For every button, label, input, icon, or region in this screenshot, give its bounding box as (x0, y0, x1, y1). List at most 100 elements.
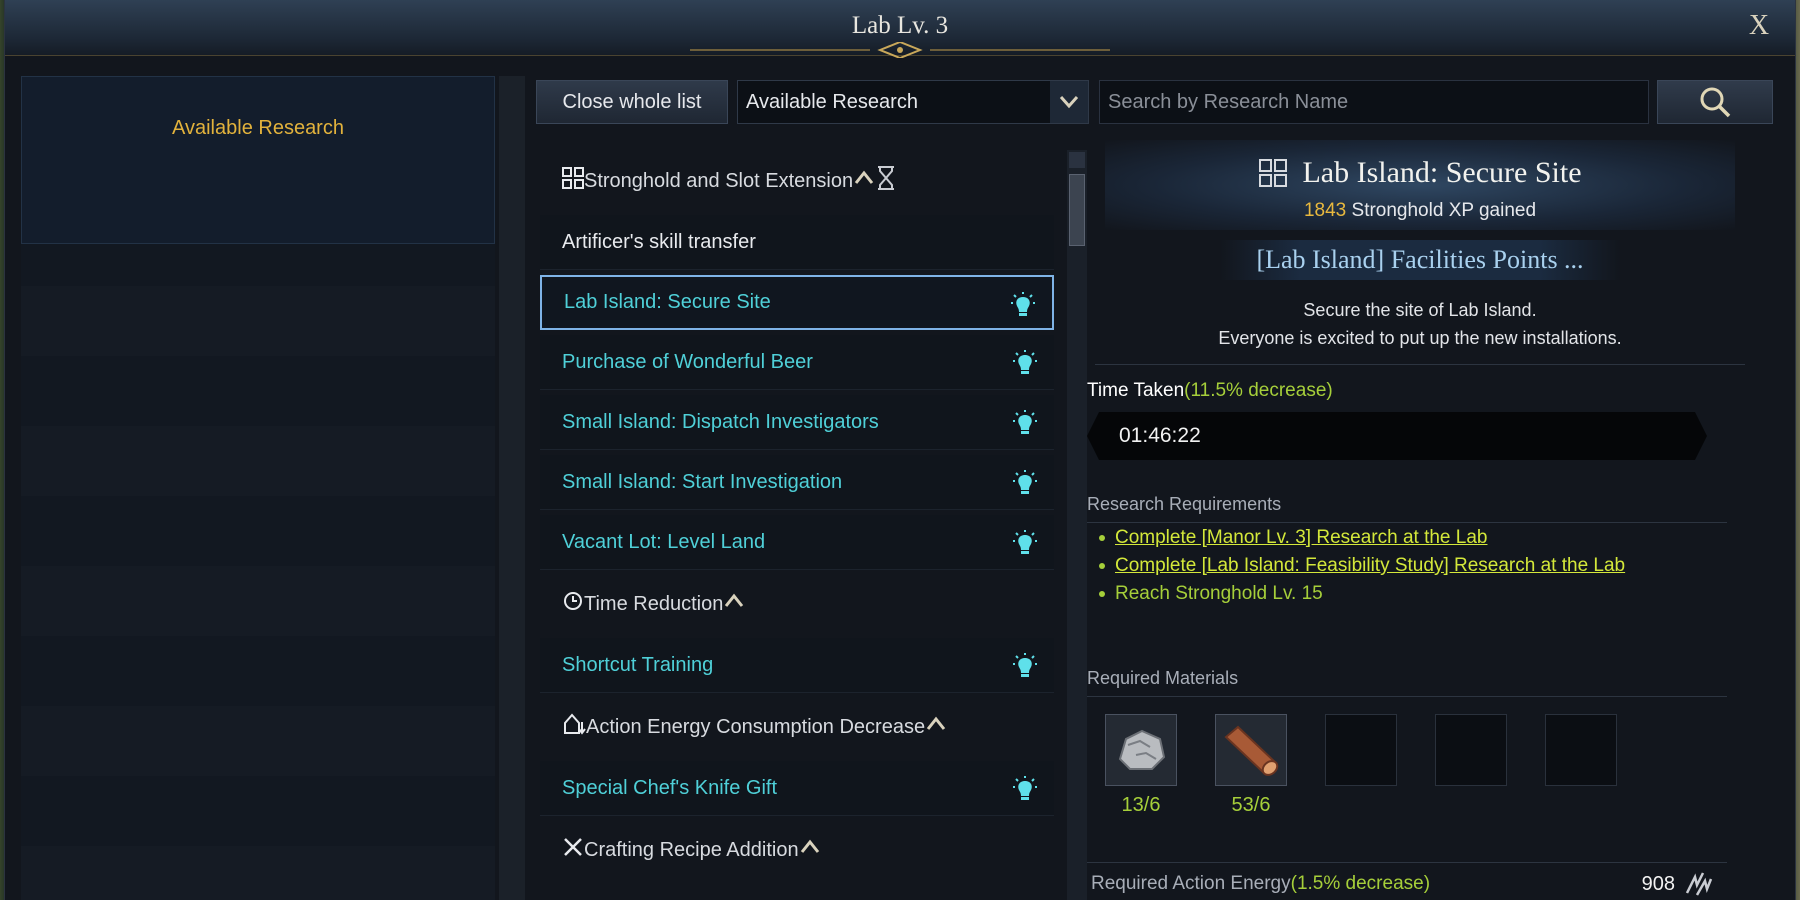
research-item-label: Vacant Lot: Level Land (562, 530, 766, 553)
category-label: Time Reduction (584, 592, 724, 615)
requirements-list: Complete [Manor Lv. 3] Research at the L… (1087, 524, 1727, 608)
chevron-down-icon (1050, 81, 1088, 123)
search-icon (1700, 87, 1731, 118)
window-title: Lab Lv. 3 (851, 12, 949, 39)
research-item[interactable]: Small Island: Dispatch Investigators (540, 395, 1054, 450)
category-label: Crafting Recipe Addition (584, 838, 799, 861)
lightbulb-icon (1012, 469, 1038, 499)
research-item[interactable]: Artificer's skill transfer (540, 215, 1054, 270)
chevron-up-icon[interactable] (799, 836, 821, 864)
list-scrollbar[interactable] (1067, 150, 1087, 900)
material-slot[interactable] (1105, 714, 1177, 786)
xp-text: Stronghold XP gained (1351, 200, 1537, 221)
lightbulb-icon (1012, 652, 1038, 682)
energy-value: 908 (1641, 873, 1675, 895)
requirement-text: Reach Stronghold Lv. 15 (1115, 583, 1323, 604)
detail-xp: 1843 Stronghold XP gained (1105, 200, 1735, 222)
lightbulb-icon (1010, 291, 1036, 321)
title-ornament-icon (690, 42, 1110, 58)
research-item[interactable]: Purchase of Wonderful Beer (540, 335, 1054, 390)
materials-label: Required Materials (1087, 668, 1239, 688)
category-label: Stronghold and Slot Extension (584, 169, 854, 192)
description-line-2: Everyone is excited to put up the new in… (1218, 328, 1622, 348)
energy-decrease: (1.5% decrease) (1290, 873, 1431, 894)
requirement-link[interactable]: Complete [Manor Lv. 3] Research at the L… (1115, 527, 1487, 549)
clock-icon (562, 590, 584, 618)
detail-title-row: Lab Island: Secure Site (1105, 156, 1735, 190)
hourglass-icon (875, 165, 897, 197)
left-scrollbar[interactable] (499, 76, 525, 900)
chevron-up-icon[interactable] (723, 590, 745, 618)
research-item-label: Small Island: Start Investigation (562, 470, 843, 493)
time-decrease: (11.5% decrease) (1184, 380, 1333, 401)
requirement-item: Reach Stronghold Lv. 15 (1087, 580, 1727, 608)
energy-label: Required Action Energy(1.5% decrease) (1091, 873, 1430, 895)
category-header[interactable]: Action Energy Consumption Decrease (540, 698, 1054, 756)
xp-value: 1843 (1303, 200, 1347, 221)
research-item[interactable]: Special Chef's Knife Gift (540, 761, 1054, 816)
research-filter-dropdown[interactable]: Available Research (737, 80, 1089, 124)
lightbulb-icon (1012, 349, 1038, 379)
bullet-icon (1099, 563, 1105, 569)
category-header[interactable]: Stronghold and Slot Extension (540, 152, 1054, 210)
divider (1087, 696, 1727, 697)
scroll-up-arrow[interactable] (1069, 152, 1085, 168)
action-energy-icon (1685, 872, 1713, 896)
divider (1095, 364, 1745, 365)
time-taken-label: Time Taken(11.5% decrease) (1087, 380, 1333, 402)
category-label: Action Energy Consumption Decrease (586, 715, 926, 738)
grid-icon (1259, 159, 1288, 187)
detail-subtitle: [Lab Island] Facilities Points ... (1220, 240, 1620, 280)
research-list: Stronghold and Slot Extension Artificer's… (540, 152, 1054, 900)
requirement-item[interactable]: Complete [Lab Island: Feasibility Study]… (1087, 552, 1727, 580)
empty-material-slot (1325, 714, 1397, 786)
research-item-selected[interactable]: Lab Island: Secure Site (540, 275, 1054, 330)
requirement-link[interactable]: Complete [Lab Island: Feasibility Study]… (1115, 555, 1625, 577)
left-entry-available-research[interactable]: Available Research (21, 76, 495, 244)
lightbulb-icon (1012, 529, 1038, 559)
timber-icon (1216, 725, 1286, 789)
lightbulb-icon (1012, 775, 1038, 805)
bullet-icon (1099, 591, 1105, 597)
left-column: Available Research (21, 76, 495, 900)
category-header[interactable]: Crafting Recipe Addition (540, 821, 1054, 879)
title-bar: Lab Lv. 3 X (5, 0, 1795, 58)
empty-material-slot (1435, 714, 1507, 786)
search-box (1099, 80, 1649, 124)
dropdown-selected-value: Available Research (746, 90, 918, 113)
material-slot[interactable] (1215, 714, 1287, 786)
search-input[interactable] (1100, 81, 1648, 123)
scroll-thumb[interactable] (1069, 174, 1085, 246)
requirements-label: Research Requirements (1087, 494, 1282, 514)
detail-title: Lab Island: Secure Site (1302, 156, 1582, 189)
close-whole-list-button[interactable]: Close whole list (536, 80, 728, 124)
chevron-up-icon[interactable] (925, 713, 947, 741)
research-item[interactable]: Shortcut Training (540, 638, 1054, 693)
description-line-1: Secure the site of Lab Island. (1303, 300, 1537, 320)
time-taken-text: Time Taken (1087, 380, 1185, 401)
research-item-label: Artificer's skill transfer (562, 230, 756, 253)
research-item-label: Lab Island: Secure Site (564, 291, 771, 313)
material-count: 53/6 (1231, 794, 1271, 816)
materials-row: 13/6 53/6 (1087, 714, 1727, 824)
lightbulb-icon (1012, 409, 1038, 439)
chevron-up-icon[interactable] (853, 167, 875, 195)
tools-icon (562, 836, 584, 864)
research-item-label: Purchase of Wonderful Beer (562, 350, 813, 373)
bullet-icon (1099, 535, 1105, 541)
search-button[interactable] (1657, 80, 1773, 124)
house-arrow-icon (562, 712, 586, 742)
category-header[interactable]: Time Reduction (540, 575, 1054, 633)
action-energy-row: Required Action Energy(1.5% decrease) 90… (1087, 862, 1727, 900)
research-item-label: Special Chef's Knife Gift (562, 776, 778, 799)
requirement-item[interactable]: Complete [Manor Lv. 3] Research at the L… (1087, 524, 1727, 552)
research-item-label: Small Island: Dispatch Investigators (562, 410, 879, 433)
empty-material-slot (1545, 714, 1617, 786)
research-item[interactable]: Small Island: Start Investigation (540, 455, 1054, 510)
ore-icon (1106, 729, 1176, 789)
left-entry-label: Available Research (172, 117, 344, 139)
lab-window: Lab Lv. 3 X Available Research Close who… (4, 0, 1796, 900)
energy-label-text: Required Action Energy (1091, 873, 1291, 894)
research-item[interactable]: Vacant Lot: Level Land (540, 515, 1054, 570)
close-button[interactable]: X (1743, 10, 1775, 42)
